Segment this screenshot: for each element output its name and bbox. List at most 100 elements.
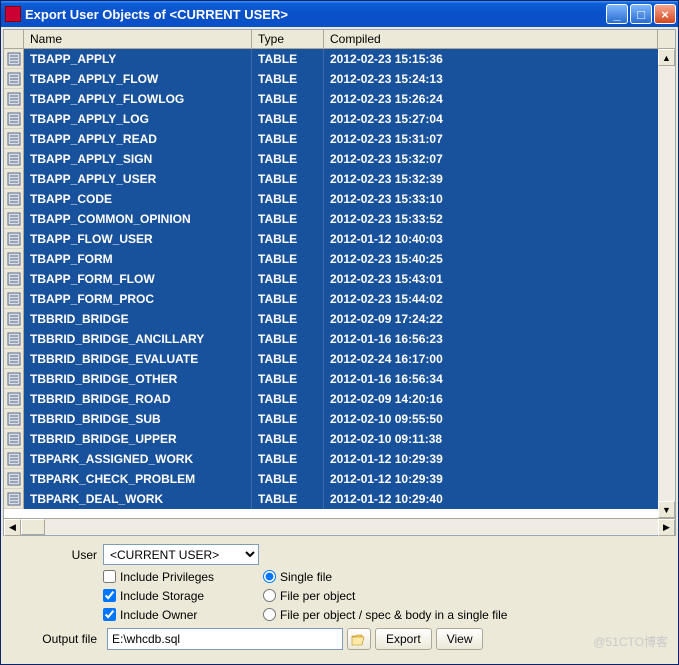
grid-header-indicator — [4, 30, 24, 48]
table-icon — [7, 312, 21, 326]
table-row[interactable]: TBAPP_FORM_FLOWTABLE2012-02-23 15:43:01 — [4, 269, 675, 289]
row-indicator — [4, 169, 24, 189]
scroll-right-button[interactable]: ▶ — [658, 519, 675, 536]
table-row[interactable]: TBBRID_BRIDGE_ROADTABLE2012-02-09 14:20:… — [4, 389, 675, 409]
window-title: Export User Objects of <CURRENT USER> — [25, 7, 606, 22]
table-row[interactable]: TBAPP_APPLY_FLOWTABLE2012-02-23 15:24:13 — [4, 69, 675, 89]
table-icon — [7, 272, 21, 286]
export-button[interactable]: Export — [375, 628, 432, 650]
table-row[interactable]: TBBRID_BRIDGETABLE2012-02-09 17:24:22 — [4, 309, 675, 329]
column-header-type[interactable]: Type — [252, 30, 324, 48]
browse-button[interactable] — [347, 628, 371, 650]
column-header-compiled[interactable]: Compiled — [324, 30, 658, 48]
cell-name: TBAPP_APPLY_USER — [24, 169, 252, 189]
cell-type: TABLE — [252, 209, 324, 229]
cell-name: TBPARK_CHECK_PROBLEM — [24, 469, 252, 489]
table-row[interactable]: TBPARK_ASSIGNED_WORKTABLE2012-01-12 10:2… — [4, 449, 675, 469]
table-row[interactable]: TBAPP_APPLY_LOGTABLE2012-02-23 15:27:04 — [4, 109, 675, 129]
close-button[interactable]: × — [654, 4, 676, 24]
row-indicator — [4, 409, 24, 429]
table-row[interactable]: TBAPP_APPLYTABLE2012-02-23 15:15:36 — [4, 49, 675, 69]
table-row[interactable]: TBPARK_CHECK_PROBLEMTABLE2012-01-12 10:2… — [4, 469, 675, 489]
maximize-button[interactable]: □ — [630, 4, 652, 24]
row-indicator — [4, 149, 24, 169]
cell-name: TBAPP_CODE — [24, 189, 252, 209]
grid-body[interactable]: TBAPP_APPLYTABLE2012-02-23 15:15:36TBAPP… — [4, 49, 675, 518]
cell-compiled: 2012-02-23 15:15:36 — [324, 49, 675, 69]
table-row[interactable]: TBAPP_APPLY_READTABLE2012-02-23 15:31:07 — [4, 129, 675, 149]
cell-type: TABLE — [252, 149, 324, 169]
output-file-label: Output file — [13, 632, 103, 646]
grid-header: Name Type Compiled — [4, 30, 675, 49]
table-row[interactable]: TBBRID_BRIDGE_SUBTABLE2012-02-10 09:55:5… — [4, 409, 675, 429]
table-icon — [7, 152, 21, 166]
minimize-button[interactable]: _ — [606, 4, 628, 24]
row-indicator — [4, 309, 24, 329]
scroll-down-button[interactable]: ▼ — [658, 501, 675, 518]
cell-name: TBBRID_BRIDGE_UPPER — [24, 429, 252, 449]
horizontal-scroll-track[interactable] — [45, 519, 658, 535]
status-strip — [3, 654, 676, 662]
cell-name: TBBRID_BRIDGE — [24, 309, 252, 329]
cell-compiled: 2012-01-16 16:56:34 — [324, 369, 675, 389]
single-file-option: Single file — [263, 567, 507, 586]
table-icon — [7, 72, 21, 86]
table-icon — [7, 92, 21, 106]
table-row[interactable]: TBBRID_BRIDGE_EVALUATETABLE2012-02-24 16… — [4, 349, 675, 369]
grid-header-scroll-gap — [658, 30, 675, 48]
horizontal-scroll-thumb[interactable] — [21, 519, 45, 535]
objects-grid: Name Type Compiled TBAPP_APPLYTABLE2012-… — [3, 29, 676, 536]
file-per-object-radio[interactable] — [263, 589, 276, 602]
table-row[interactable]: TBAPP_APPLY_FLOWLOGTABLE2012-02-23 15:26… — [4, 89, 675, 109]
cell-compiled: 2012-02-23 15:26:24 — [324, 89, 675, 109]
table-icon — [7, 332, 21, 346]
table-row[interactable]: TBAPP_COMMON_OPINIONTABLE2012-02-23 15:3… — [4, 209, 675, 229]
cell-type: TABLE — [252, 249, 324, 269]
file-per-object-spec-radio[interactable] — [263, 608, 276, 621]
scroll-left-button[interactable]: ◀ — [4, 519, 21, 536]
table-row[interactable]: TBAPP_FORM_PROCTABLE2012-02-23 15:44:02 — [4, 289, 675, 309]
table-row[interactable]: TBAPP_FORMTABLE2012-02-23 15:40:25 — [4, 249, 675, 269]
include-storage-checkbox[interactable] — [103, 589, 116, 602]
horizontal-scrollbar[interactable]: ◀ ▶ — [4, 518, 675, 535]
row-indicator — [4, 449, 24, 469]
titlebar[interactable]: Export User Objects of <CURRENT USER> _ … — [1, 1, 678, 27]
cell-name: TBAPP_COMMON_OPINION — [24, 209, 252, 229]
single-file-radio[interactable] — [263, 570, 276, 583]
cell-type: TABLE — [252, 89, 324, 109]
scroll-up-button[interactable]: ▲ — [658, 49, 675, 66]
vertical-scroll-track[interactable] — [658, 66, 675, 501]
table-row[interactable]: TBAPP_APPLY_SIGNTABLE2012-02-23 15:32:07 — [4, 149, 675, 169]
cell-compiled: 2012-02-23 15:27:04 — [324, 109, 675, 129]
column-header-name[interactable]: Name — [24, 30, 252, 48]
row-indicator — [4, 289, 24, 309]
row-indicator — [4, 69, 24, 89]
table-row[interactable]: TBAPP_FLOW_USERTABLE2012-01-12 10:40:03 — [4, 229, 675, 249]
row-indicator — [4, 369, 24, 389]
cell-compiled: 2012-01-12 10:29:39 — [324, 469, 675, 489]
cell-name: TBAPP_APPLY_READ — [24, 129, 252, 149]
row-indicator — [4, 49, 24, 69]
table-icon — [7, 432, 21, 446]
table-row[interactable]: TBAPP_APPLY_USERTABLE2012-02-23 15:32:39 — [4, 169, 675, 189]
output-file-input[interactable] — [107, 628, 343, 650]
cell-compiled: 2012-02-23 15:40:25 — [324, 249, 675, 269]
include-privileges-checkbox[interactable] — [103, 570, 116, 583]
cell-name: TBAPP_APPLY_FLOWLOG — [24, 89, 252, 109]
table-row[interactable]: TBPARK_DEAL_WORKTABLE2012-01-12 10:29:40 — [4, 489, 675, 509]
table-row[interactable]: TBBRID_BRIDGE_ANCILLARYTABLE2012-01-16 1… — [4, 329, 675, 349]
cell-name: TBAPP_FORM_FLOW — [24, 269, 252, 289]
table-row[interactable]: TBAPP_CODETABLE2012-02-23 15:33:10 — [4, 189, 675, 209]
include-privileges-option: Include Privileges — [103, 567, 259, 586]
user-combo[interactable]: <CURRENT USER> — [103, 544, 259, 565]
table-icon — [7, 372, 21, 386]
table-row[interactable]: TBBRID_BRIDGE_UPPERTABLE2012-02-10 09:11… — [4, 429, 675, 449]
include-owner-checkbox[interactable] — [103, 608, 116, 621]
table-row[interactable]: TBBRID_BRIDGE_OTHERTABLE2012-01-16 16:56… — [4, 369, 675, 389]
row-indicator — [4, 189, 24, 209]
cell-type: TABLE — [252, 289, 324, 309]
cell-type: TABLE — [252, 49, 324, 69]
cell-type: TABLE — [252, 409, 324, 429]
view-button[interactable]: View — [436, 628, 484, 650]
vertical-scrollbar[interactable]: ▲ ▼ — [658, 49, 675, 518]
